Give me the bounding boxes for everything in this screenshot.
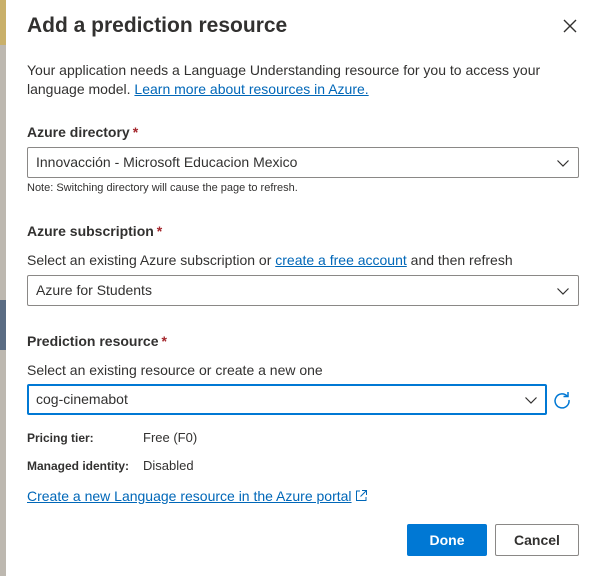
directory-dropdown[interactable]: Innovacción - Microsoft Educacion Mexico [27, 147, 579, 178]
prediction-resource-dropdown[interactable]: cog-cinemabot [27, 384, 547, 415]
pricing-tier-value: Free (F0) [143, 430, 198, 445]
cancel-button[interactable]: Cancel [495, 524, 579, 556]
refresh-icon[interactable] [552, 390, 572, 410]
close-icon[interactable] [558, 14, 582, 38]
add-prediction-resource-dialog: Add a prediction resource Your applicati… [6, 0, 598, 576]
subscription-helper: Select an existing Azure subscription or… [27, 252, 513, 268]
pricing-tier-label: Pricing tier: [27, 431, 94, 445]
chevron-down-icon [557, 160, 569, 167]
directory-label-text: Azure directory [27, 124, 130, 140]
subscription-helper-prefix: Select an existing Azure subscription or [27, 252, 276, 268]
done-button[interactable]: Done [407, 524, 487, 556]
subscription-dropdown[interactable]: Azure for Students [27, 275, 579, 306]
subscription-label-text: Azure subscription [27, 223, 154, 239]
required-mark: * [132, 124, 139, 140]
required-mark: * [161, 333, 167, 349]
directory-label: Azure directory * [27, 124, 138, 140]
chevron-down-icon [525, 397, 537, 404]
learn-more-link[interactable]: Learn more about resources in Azure. [134, 81, 368, 97]
prediction-helper: Select an existing resource or create a … [27, 362, 323, 378]
subscription-selected-value: Azure for Students [36, 282, 152, 298]
create-language-resource-link[interactable]: Create a new Language resource in the Az… [27, 488, 352, 504]
dialog-title: Add a prediction resource [27, 14, 288, 37]
prediction-selected-value: cog-cinemabot [36, 391, 128, 407]
directory-note: Note: Switching directory will cause the… [27, 182, 298, 194]
managed-identity-label: Managed identity: [27, 459, 130, 473]
directory-selected-value: Innovacción - Microsoft Educacion Mexico [36, 154, 298, 170]
chevron-down-icon [557, 288, 569, 295]
prediction-label-text: Prediction resource [27, 333, 159, 349]
create-free-account-link[interactable]: create a free account [275, 252, 407, 268]
external-link-icon [355, 490, 367, 501]
subscription-label: Azure subscription * [27, 223, 162, 239]
prediction-label: Prediction resource * [27, 333, 167, 349]
subscription-helper-suffix: and then refresh [406, 252, 513, 268]
managed-identity-value: Disabled [143, 458, 194, 473]
intro-text: Your application needs a Language Unders… [27, 61, 557, 99]
required-mark: * [156, 223, 163, 239]
azure-portal-link-container: Create a new Language resource in the Az… [27, 488, 368, 504]
